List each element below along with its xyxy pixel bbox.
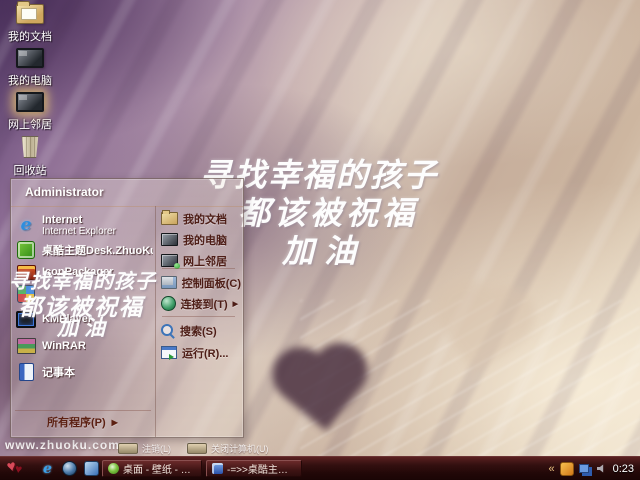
start-menu-item-iconpackager[interactable]: IconPackager — [16, 261, 153, 283]
log-off-label: 注销(L) — [142, 444, 171, 454]
kmplayer-icon — [16, 309, 36, 329]
wallpaper-watermark: www.zhuoku.com — [5, 438, 120, 452]
item-label: 运行(R)... — [182, 347, 229, 360]
desktop-icon-recycle-bin[interactable]: 回收站 — [2, 136, 58, 178]
desktop-icon-label: 网上邻居 — [8, 119, 52, 131]
shutdown-label: 关闭计算机(U) — [211, 444, 269, 454]
wallpaper-text-line3: 加油 — [282, 232, 367, 270]
my-documents-icon — [16, 1, 44, 24]
taskbar: ♥ ♥ e » 桌面 - 壁纸 - 桌酷壁... -=>>桌酷主题 - Mic.… — [0, 456, 640, 480]
system-tray: « 0:23 — [542, 457, 640, 480]
desktop-screen: 寻找幸福的孩子 都该被祝福 加油 www.zhuoku.com 我的文档 我的电… — [0, 0, 640, 480]
item-subtitle: Internet Explorer — [42, 225, 116, 237]
start-button[interactable]: ♥ ♥ — [0, 457, 36, 480]
all-programs-separator — [15, 410, 151, 411]
menu-separator — [162, 316, 235, 317]
tray-network-icon[interactable] — [578, 464, 589, 473]
item-title: 桌酷主题Desk.ZhuoKu.Com — [42, 245, 153, 257]
start-menu: Administrator e Internet Internet Explor… — [9, 178, 244, 438]
window-title: 桌面 - 壁纸 - 桌酷壁... — [123, 465, 196, 476]
zhuoku-theme-icon — [16, 240, 36, 260]
notepad-icon — [16, 362, 36, 382]
quick-launch-internet-explorer[interactable]: e — [40, 460, 55, 477]
quick-launch-bar: e » — [40, 457, 112, 480]
start-menu-item-notepad[interactable]: 记事本 — [16, 361, 153, 383]
start-menu-item-connect-to[interactable]: 连接到(T) ▶ — [161, 294, 241, 313]
wallpaper-heart-shape — [263, 343, 383, 458]
internet-explorer-icon: e — [20, 215, 32, 235]
tray-chevron-icon[interactable]: « — [548, 463, 554, 475]
start-menu-places-list: 我的文档 我的电脑 网上邻居 控制面板(C) 连接到(T) ▶ 搜索(S) 运行… — [156, 206, 243, 437]
recycle-bin-icon — [21, 136, 39, 158]
window-title: -=>>桌酷主题 - Mic... — [227, 465, 296, 476]
run-icon — [161, 346, 177, 360]
desktop-icon-network-places[interactable]: 网上邻居 — [2, 90, 58, 132]
log-off-icon — [118, 443, 138, 454]
shutdown-icon — [187, 443, 207, 454]
start-menu-pinned-list: e Internet Internet Explorer 桌酷主题Desk.Zh… — [11, 206, 156, 437]
program-icon — [16, 284, 36, 304]
start-menu-item-search[interactable]: 搜索(S) — [161, 321, 241, 340]
desktop-icon-label: 回收站 — [13, 165, 47, 177]
desktop-icon-my-documents[interactable]: 我的文档 — [2, 1, 58, 44]
item-title: KMPlayer — [42, 313, 93, 325]
start-menu-item-run[interactable]: 运行(R)... — [161, 343, 241, 362]
show-desktop-icon — [62, 461, 77, 476]
start-menu-item-zhuoku-theme[interactable]: 桌酷主题Desk.ZhuoKu.Com — [16, 239, 153, 261]
all-programs-button[interactable]: 所有程序(P) ▶ — [47, 414, 118, 430]
item-title: IconPackager — [42, 266, 114, 278]
item-title: WinRAR — [42, 340, 86, 352]
start-menu-footer: 注销(L) 关闭计算机(U) — [118, 442, 269, 455]
start-menu-item-winrar[interactable]: WinRAR — [16, 335, 153, 357]
desktop-icon-my-computer[interactable]: 我的电脑 — [2, 46, 58, 88]
acdsee-green-icon — [108, 463, 119, 474]
start-menu-username: Administrator — [11, 179, 243, 207]
network-places-icon — [16, 92, 44, 112]
my-documents-icon — [161, 210, 178, 225]
internet-explorer-icon: e — [43, 460, 52, 477]
taskbar-window-button-wallpaper[interactable]: 桌面 - 壁纸 - 桌酷壁... — [102, 460, 202, 477]
window-app-icon — [84, 461, 99, 476]
start-menu-item-internet[interactable]: e Internet Internet Explorer — [16, 211, 153, 239]
item-title: 记事本 — [42, 367, 75, 379]
item-label: 我的文档 — [183, 213, 227, 226]
start-menu-item-my-documents[interactable]: 我的文档 — [161, 209, 241, 228]
my-computer-icon — [16, 48, 44, 68]
desktop-icon-label: 我的电脑 — [8, 75, 52, 87]
start-menu-item-program-4[interactable] — [16, 283, 153, 305]
submenu-arrow-icon: ▶ — [232, 300, 238, 308]
quick-launch-window-app[interactable] — [84, 461, 99, 476]
item-label: 搜索(S) — [180, 325, 217, 338]
all-programs-arrow-icon: ▶ — [111, 417, 118, 427]
item-label: 控制面板(C) — [181, 277, 241, 290]
control-panel-icon — [161, 276, 177, 289]
item-label: 连接到(T) — [180, 298, 228, 311]
iconpackager-icon — [16, 262, 36, 282]
item-label: 网上邻居 — [183, 255, 227, 268]
item-label: 我的电脑 — [183, 234, 227, 247]
shutdown-button[interactable]: 关闭计算机(U) — [187, 442, 269, 455]
heart-icon-small: ♥ — [14, 461, 24, 477]
all-programs-label: 所有程序(P) — [47, 417, 106, 429]
desktop-icon-label: 我的文档 — [8, 31, 52, 43]
quick-launch-show-desktop[interactable] — [62, 461, 77, 476]
tray-volume-icon[interactable] — [596, 464, 604, 473]
taskbar-window-button-zhuoku-theme[interactable]: -=>>桌酷主题 - Mic... — [206, 460, 302, 477]
menu-separator — [162, 268, 235, 269]
document-blue-icon — [212, 463, 223, 474]
network-places-icon — [161, 254, 180, 269]
connect-to-icon — [161, 296, 176, 311]
start-menu-item-kmplayer[interactable]: KMPlayer — [16, 308, 153, 330]
tray-app-orange-icon[interactable] — [559, 461, 574, 476]
log-off-button[interactable]: 注销(L) — [118, 442, 171, 455]
start-menu-item-control-panel[interactable]: 控制面板(C) — [161, 273, 241, 292]
wallpaper-heart-shape-2 — [411, 276, 548, 405]
search-icon — [161, 323, 175, 338]
tray-clock[interactable]: 0:23 — [613, 463, 634, 475]
start-menu-item-my-computer[interactable]: 我的电脑 — [161, 230, 241, 249]
item-title: Internet — [42, 213, 83, 226]
my-computer-icon — [161, 233, 178, 246]
winrar-icon — [16, 336, 36, 356]
